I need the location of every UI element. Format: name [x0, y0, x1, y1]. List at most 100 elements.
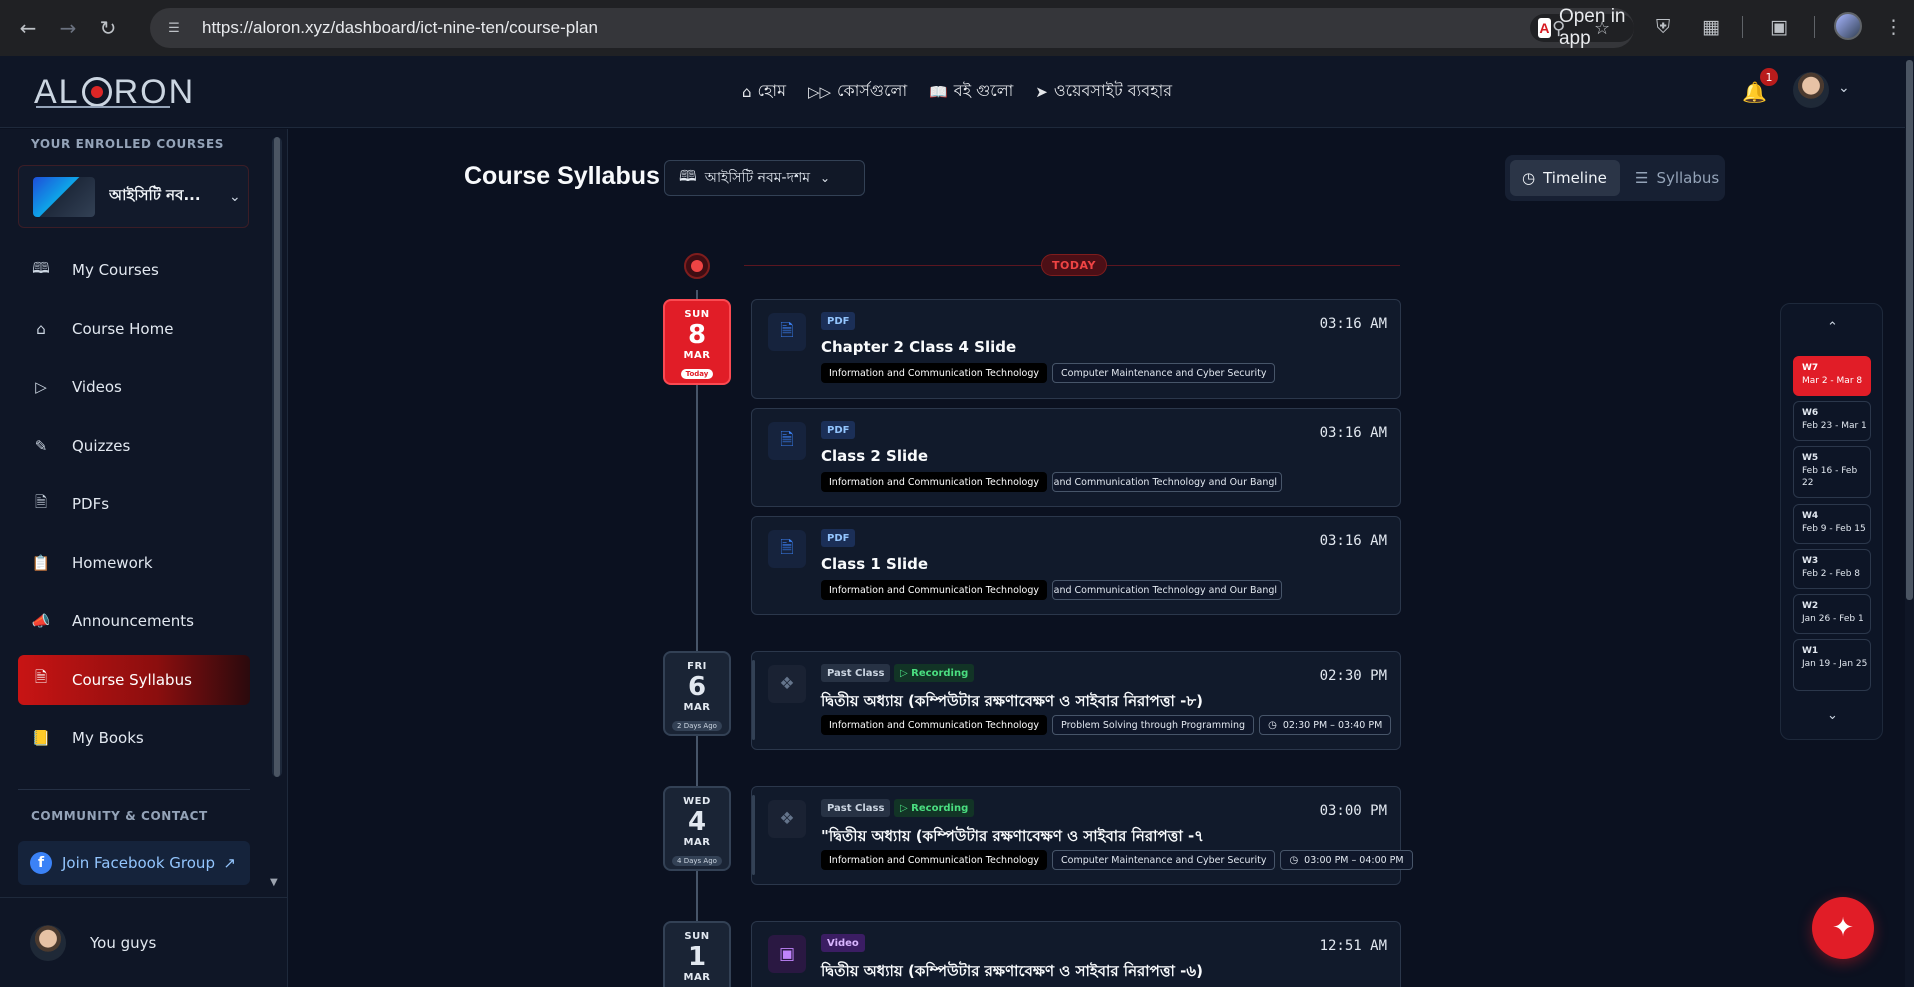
- browser-menu-icon[interactable]: ⋮: [1884, 16, 1903, 38]
- clock-icon: ◷: [1289, 854, 1299, 866]
- timeline-card-past-class[interactable]: ❖ Past Class ▷ Recording 03:00 PM "দ্বিত…: [751, 786, 1413, 885]
- forward-icon[interactable]: →: [48, 8, 88, 48]
- subject-tag: Information and Communication Technology: [821, 363, 1048, 383]
- home-icon: ⌂: [36, 319, 46, 338]
- address-bar[interactable]: ☰ https://aloron.xyz/dashboard/ict-nine-…: [150, 6, 1634, 49]
- toolbar-divider: [1742, 16, 1743, 38]
- date-weekday: SUN: [684, 931, 710, 942]
- site-info-icon[interactable]: ☰: [160, 14, 188, 42]
- week-item-w7[interactable]: W7 Mar 2 - Mar 8: [1793, 356, 1871, 396]
- timeline-card-pdf[interactable]: 🗎 PDF 03:16 AM Chapter 2 Class 4 Slide I…: [751, 299, 1401, 399]
- nav-courses[interactable]: ▷▷ কোর্সগুলো: [808, 78, 907, 105]
- notification-badge: 1: [1760, 68, 1778, 86]
- date-day: 6: [687, 672, 707, 702]
- course-dropdown[interactable]: 🕮 আইসিটি নবম-দশম ⌄: [664, 160, 865, 196]
- card-time: 03:00 PM: [1319, 803, 1387, 819]
- chevron-down-icon[interactable]: ⌄: [1781, 708, 1884, 723]
- week-item-w3[interactable]: W3 Feb 2 - Feb 8: [1793, 549, 1871, 589]
- date-box-today: SUN 8 MAR Today: [663, 299, 731, 385]
- sidebar-item-pdfs[interactable]: 🗎 PDFs: [18, 479, 250, 529]
- course-selector-label: আইসিটি নব...: [109, 186, 201, 204]
- week-item-w6[interactable]: W6 Feb 23 - Mar 1: [1793, 401, 1871, 441]
- sidebar-item-announcements[interactable]: 📣 Announcements: [18, 596, 250, 646]
- today-marker: [684, 253, 710, 279]
- sidebar-item-quizzes[interactable]: ✎ Quizzes: [18, 421, 250, 471]
- app-header: AL RON ⌂ হোম ▷▷ কোর্সগুলো 📖 বই গুলো ➤ ওয়েবসা…: [0, 56, 1914, 128]
- week-item-w1[interactable]: W1 Jan 19 - Jan 25: [1793, 639, 1871, 691]
- tab-syllabus[interactable]: ☰ Syllabus: [1629, 160, 1719, 196]
- sidebar-divider: [18, 789, 250, 790]
- chevron-down-icon: ⌄: [229, 188, 241, 205]
- date-weekday: FRI: [687, 661, 707, 672]
- aloron-logo[interactable]: AL RON: [34, 73, 195, 111]
- puzzle-extensions-icon[interactable]: ▦: [1702, 16, 1720, 38]
- recording-badge[interactable]: ▷ Recording: [894, 664, 975, 682]
- card-title: Class 1 Slide: [821, 555, 929, 573]
- user-avatar[interactable]: [1793, 72, 1829, 108]
- chevron-up-icon[interactable]: ⌃: [1781, 320, 1884, 335]
- tab-syllabus-label: Syllabus: [1656, 169, 1720, 187]
- join-facebook-group-button[interactable]: f Join Facebook Group ↗: [18, 841, 250, 885]
- chapter-tag: Computer Maintenance and Cyber Security: [1052, 850, 1276, 870]
- week-label: W1: [1802, 646, 1819, 656]
- timeline-card-pdf[interactable]: 🗎 PDF 03:16 AM Class 1 Slide Information…: [751, 516, 1401, 615]
- date-box: SUN 1 MAR: [663, 921, 731, 987]
- browser-profile-avatar[interactable]: [1834, 12, 1862, 40]
- ai-assistant-button[interactable]: ✦: [1812, 897, 1874, 959]
- sidebar-scrollbar-thumb[interactable]: [274, 137, 280, 777]
- fast-forward-icon: ▷▷: [807, 82, 832, 101]
- week-item-w4[interactable]: W4 Feb 9 - Feb 15: [1793, 504, 1871, 544]
- document-icon: 🗎: [768, 422, 806, 460]
- type-badge: PDF: [821, 529, 856, 547]
- sidebar-item-my-books[interactable]: 📒 My Books: [18, 713, 250, 763]
- home-icon: ⌂: [742, 82, 752, 101]
- date-box: FRI 6 MAR 2 Days Ago: [663, 651, 731, 736]
- url-text[interactable]: https://aloron.xyz/dashboard/ict-nine-te…: [202, 18, 598, 38]
- week-item-w5[interactable]: W5 Feb 16 - Feb 22: [1793, 446, 1871, 498]
- logo-underline: [36, 106, 170, 108]
- sidebar-item-videos[interactable]: ▷ Videos: [18, 362, 250, 412]
- date-month: MAR: [683, 350, 711, 361]
- browser-toolbar: ← → ↻ ☰ https://aloron.xyz/dashboard/ict…: [0, 0, 1914, 56]
- megaphone-icon: 📣: [31, 612, 51, 630]
- nav-website-usage[interactable]: ➤ ওয়েবসাইট ব্যবহার: [1035, 78, 1172, 105]
- date-month: MAR: [683, 837, 711, 848]
- chevron-down-icon[interactable]: ⌄: [1838, 80, 1850, 96]
- type-badge: Past Class: [821, 799, 891, 817]
- nav-books[interactable]: 📖 বই গুলো: [929, 78, 1013, 105]
- course-selector[interactable]: আইসিটি নব... ⌄: [18, 165, 249, 228]
- week-item-w2[interactable]: W2 Jan 26 - Feb 1: [1793, 594, 1871, 634]
- date-month: MAR: [683, 702, 711, 713]
- sidebar-item-label: Announcements: [72, 612, 194, 630]
- scroll-down-arrow-icon[interactable]: ▼: [270, 877, 278, 888]
- course-dropdown-label: আইসিটি নবম-দশম: [704, 170, 811, 186]
- nav-home[interactable]: ⌂ হোম: [742, 78, 786, 105]
- timeline-card-pdf[interactable]: 🗎 PDF 03:16 AM Class 2 Slide Information…: [751, 408, 1401, 507]
- file-icon: 🗎: [34, 492, 48, 511]
- recording-badge[interactable]: ▷ Recording: [894, 799, 975, 817]
- bookmark-star-icon[interactable]: ☆: [1594, 18, 1610, 39]
- subject-tag: Information and Communication Technology: [821, 580, 1048, 600]
- back-icon[interactable]: ←: [8, 8, 48, 48]
- chapter-tag: Information and Communication Technology…: [1052, 580, 1283, 600]
- week-range: Jan 19 - Jan 25: [1802, 659, 1868, 669]
- tab-timeline[interactable]: ◷ Timeline: [1510, 160, 1620, 196]
- page-scrollbar-thumb[interactable]: [1906, 60, 1913, 600]
- card-title: "দ্বিতীয় অধ্যায় (কম্পিউটার রক্ষণাবেক্ষ…: [821, 827, 1204, 845]
- screenshot-icon[interactable]: ▣: [1770, 16, 1788, 38]
- shield-extension-icon[interactable]: ⛨: [1656, 16, 1670, 38]
- week-label: W4: [1802, 511, 1819, 521]
- timeline-card-past-class[interactable]: ❖ Past Class ▷ Recording 02:30 PM দ্বিতী…: [751, 651, 1401, 750]
- open-in-app-label: Open in app: [1558, 6, 1626, 49]
- sidebar-item-my-courses[interactable]: 🕮 My Courses: [18, 245, 250, 295]
- reload-icon[interactable]: ↻: [88, 8, 128, 48]
- sidebar-item-course-syllabus[interactable]: 🗎 Course Syllabus: [18, 654, 250, 705]
- sidebar-user-footer[interactable]: You guys: [0, 897, 288, 987]
- date-day: 1: [687, 942, 707, 972]
- zoom-icon[interactable]: ⚲: [1552, 18, 1565, 39]
- sidebar-item-homework[interactable]: 📋 Homework: [18, 538, 250, 588]
- sidebar-item-course-home[interactable]: ⌂ Course Home: [18, 304, 250, 354]
- timeline-card-video[interactable]: ▣ Video 12:51 AM দ্বিতীয় অধ্যায় (কম্পি…: [751, 921, 1401, 987]
- open-in-app-button[interactable]: A Open in app: [1530, 6, 1634, 49]
- card-time: 03:16 AM: [1319, 425, 1387, 441]
